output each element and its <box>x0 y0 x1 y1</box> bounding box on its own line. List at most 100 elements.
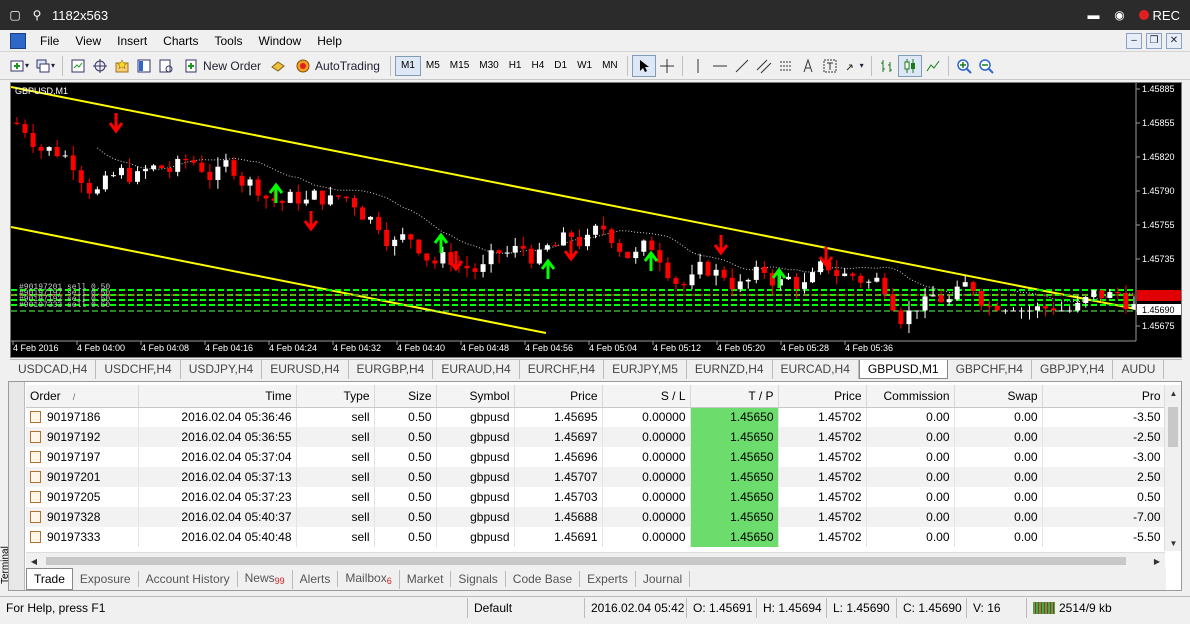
minimize-icon[interactable]: ▬ <box>1087 8 1101 22</box>
mdi-restore-button[interactable]: ❐ <box>1146 32 1162 49</box>
terminal-tab-account-history[interactable]: Account History <box>139 571 238 587</box>
navigator-button[interactable] <box>89 55 111 77</box>
autotrading-button[interactable]: AutoTrading <box>289 55 386 77</box>
terminal-tab-signals[interactable]: Signals <box>451 571 506 587</box>
zoom-icon[interactable]: ⚲ <box>30 8 44 22</box>
chart-tab-active[interactable]: GBPUSD,M1 <box>858 360 948 379</box>
column-header-tp[interactable]: T / P <box>690 385 779 408</box>
fibonacci-button[interactable] <box>753 55 775 77</box>
terminal-tab-trade[interactable]: Trade <box>26 568 73 590</box>
bar-chart-button[interactable] <box>876 55 898 77</box>
chart-tab[interactable]: AUDU <box>1113 360 1165 379</box>
column-header-current-price[interactable]: Price <box>778 385 867 408</box>
terminal-tab-exposure[interactable]: Exposure <box>73 571 139 587</box>
vertical-scrollbar[interactable]: ▲ ▼ <box>1164 385 1181 551</box>
column-header-swap[interactable]: Swap <box>954 385 1043 408</box>
status-connection[interactable]: 2514/9 kb <box>1027 598 1118 618</box>
arrows-button[interactable]: ▾ <box>841 55 867 77</box>
chart-tab[interactable]: EURGBP,H4 <box>349 360 434 379</box>
trendline-button[interactable] <box>731 55 753 77</box>
camera-icon[interactable]: ◉ <box>1113 8 1127 22</box>
terminal-tab-news[interactable]: News99 <box>238 569 293 589</box>
chart-tab[interactable]: GBPCHF,H4 <box>948 360 1032 379</box>
horizontal-scrollbar[interactable]: ◀ ▶ <box>26 552 1165 568</box>
chart-tab[interactable]: EURAUD,H4 <box>433 360 520 379</box>
table-row[interactable]: 90197333 2016.02.04 05:40:48 sell 0.50 gbpus… <box>26 527 1165 547</box>
column-header-commission[interactable]: Commission <box>866 385 955 408</box>
column-header-price[interactable]: Price <box>514 385 603 408</box>
text-tool-button[interactable] <box>797 55 819 77</box>
chart-tab[interactable]: EURJPY,M5 <box>604 360 687 379</box>
scroll-down-icon[interactable]: ▼ <box>1165 535 1182 551</box>
terminal-tab-journal[interactable]: Journal <box>636 571 691 587</box>
table-row[interactable]: 90197328 2016.02.04 05:40:37 sell 0.50 gbpus… <box>26 507 1165 527</box>
price-chart[interactable]: 1.45885 1.45855 1.45820 1.45790 1.45755 1.457… <box>10 82 1182 358</box>
table-row[interactable]: 90197186 2016.02.04 05:36:46 sell 0.50 gbpus… <box>26 407 1165 427</box>
timeframe-h4[interactable]: H4 <box>527 56 550 76</box>
hscroll-thumb[interactable] <box>46 557 1126 565</box>
chart-tab[interactable]: USDCAD,H4 <box>10 360 97 379</box>
chart-tab[interactable]: EURCHF,H4 <box>520 360 605 379</box>
column-header-size[interactable]: Size <box>374 385 437 408</box>
record-button[interactable]: REC <box>1138 8 1180 23</box>
line-chart-button[interactable] <box>922 55 944 77</box>
menu-help[interactable]: Help <box>309 30 350 52</box>
menu-charts[interactable]: Charts <box>155 30 206 52</box>
chart-canvas[interactable]: 1.45885 1.45855 1.45820 1.45790 1.45755 1.457… <box>11 83 1181 357</box>
order-lines[interactable] <box>11 289 1136 312</box>
cursor-tool-button[interactable] <box>631 54 656 77</box>
window-menu-icon[interactable]: ▢ <box>8 8 22 22</box>
candlestick-button[interactable] <box>897 54 922 77</box>
table-row[interactable]: 90197197 2016.02.04 05:37:04 sell 0.50 gbpus… <box>26 447 1165 467</box>
market-watch-button[interactable] <box>67 55 89 77</box>
channel-lines[interactable] <box>11 86 1137 334</box>
timeframe-d1[interactable]: D1 <box>549 56 572 76</box>
vertical-line-button[interactable] <box>687 55 709 77</box>
terminal-tab-experts[interactable]: Experts <box>580 571 636 587</box>
column-header-order[interactable]: Order / <box>26 385 139 408</box>
chart-tab[interactable]: EURUSD,H4 <box>262 360 349 379</box>
favorites-button[interactable] <box>111 55 133 77</box>
horizontal-line-button[interactable] <box>709 55 731 77</box>
table-row[interactable]: 90197201 2016.02.04 05:37:13 sell 0.50 gbpus… <box>26 467 1165 487</box>
column-header-sl[interactable]: S / L <box>602 385 691 408</box>
menu-tools[interactable]: Tools <box>207 30 251 52</box>
new-chart-button[interactable]: ▾ <box>6 55 32 77</box>
scroll-left-icon[interactable]: ◀ <box>26 553 42 569</box>
metaeditor-button[interactable] <box>267 55 289 77</box>
new-order-button[interactable]: New Order <box>177 55 267 77</box>
mdi-close-button[interactable]: ✕ <box>1166 32 1182 49</box>
text-label-button[interactable] <box>819 55 841 77</box>
column-header-symbol[interactable]: Symbol <box>436 385 515 408</box>
column-header-profit[interactable]: Pro <box>1042 385 1165 408</box>
timeframe-w1[interactable]: W1 <box>572 56 597 76</box>
timeframe-m15[interactable]: M15 <box>445 56 474 76</box>
menu-window[interactable]: Window <box>251 30 310 52</box>
column-header-type[interactable]: Type <box>296 385 375 408</box>
timeframe-mn[interactable]: MN <box>597 56 623 76</box>
timeframe-m1[interactable]: M1 <box>394 55 421 76</box>
crosshair-tool-button[interactable] <box>656 55 678 77</box>
timeframe-m5[interactable]: M5 <box>421 56 445 76</box>
timeframe-h1[interactable]: H1 <box>504 56 527 76</box>
chart-tab[interactable]: EURNZD,H4 <box>687 360 773 379</box>
table-row[interactable]: 90197205 2016.02.04 05:37:23 sell 0.50 gbpus… <box>26 487 1165 507</box>
chart-tab[interactable]: GBPJPY,H4 <box>1032 360 1114 379</box>
terminal-tab-code-base[interactable]: Code Base <box>506 571 581 587</box>
profiles-button[interactable]: ▾ <box>32 55 58 77</box>
mdi-minimize-button[interactable]: – <box>1126 32 1142 49</box>
chart-window-icon[interactable] <box>10 32 26 49</box>
chart-tab[interactable]: EURCAD,H4 <box>773 360 859 379</box>
menu-view[interactable]: View <box>67 30 109 52</box>
terminal-tab-alerts[interactable]: Alerts <box>293 571 339 587</box>
chart-tab[interactable]: USDCHF,H4 <box>96 360 181 379</box>
terminal-tab-mailbox[interactable]: Mailbox6 <box>338 569 400 589</box>
fibo-retracement-button[interactable] <box>775 55 797 77</box>
column-header-time[interactable]: Time <box>138 385 297 408</box>
terminal-side-label[interactable]: Terminal <box>0 382 25 590</box>
scroll-up-icon[interactable]: ▲ <box>1165 385 1182 401</box>
menu-insert[interactable]: Insert <box>109 30 155 52</box>
scroll-right-icon[interactable]: ▶ <box>1149 553 1165 569</box>
strategy-tester-button[interactable] <box>155 55 177 77</box>
chart-tab[interactable]: USDJPY,H4 <box>181 360 263 379</box>
